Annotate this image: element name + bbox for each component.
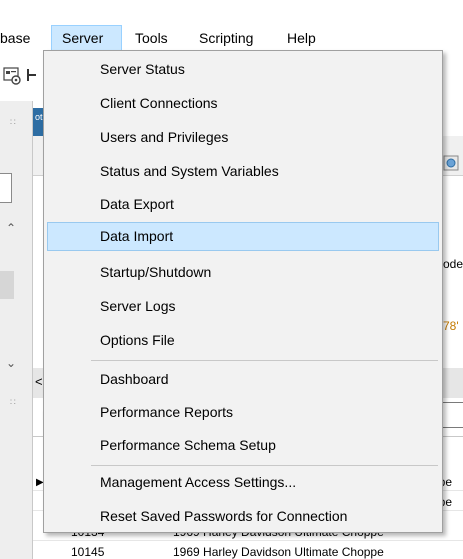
menu-tools[interactable]: Tools	[135, 25, 168, 51]
schema-inspector-icon[interactable]	[2, 65, 22, 85]
menu-item-reset-saved-passwords[interactable]: Reset Saved Passwords for Connection	[47, 502, 439, 531]
menu-item-data-export[interactable]: Data Export	[47, 190, 439, 219]
chevron-up-icon[interactable]: ⌃	[6, 221, 16, 235]
menu-item-dashboard[interactable]: Dashboard	[47, 365, 439, 394]
selected-tree-item[interactable]	[0, 271, 14, 299]
menu-item-status-and-system-variables[interactable]: Status and System Variables	[47, 157, 439, 186]
menubar: base Server Tools Scripting Help	[0, 25, 463, 51]
panel-grip-icon[interactable]: ∷	[10, 117, 17, 128]
chevron-left-icon[interactable]: <	[35, 374, 43, 389]
menu-item-management-access-settings[interactable]: Management Access Settings...	[47, 468, 439, 497]
obscured-text-1: ode	[443, 257, 463, 271]
navigator-panel: ∷ ⌃ ⌄ ∷	[0, 101, 33, 559]
obscured-text-2: 78'	[443, 319, 459, 333]
editor-toolbar-icon[interactable]	[443, 155, 459, 171]
chevron-down-icon[interactable]: ⌄	[6, 356, 16, 370]
menu-help[interactable]: Help	[287, 25, 316, 51]
menu-database[interactable]: base	[0, 25, 30, 51]
menu-separator	[91, 465, 438, 466]
menu-item-performance-schema-setup[interactable]: Performance Schema Setup	[47, 431, 439, 460]
partial-toolbar-icon[interactable]	[24, 65, 38, 85]
menu-item-data-import[interactable]: Data Import	[47, 222, 439, 251]
menu-item-startup-shutdown[interactable]: Startup/Shutdown	[47, 258, 439, 287]
menu-item-users-and-privileges[interactable]: Users and Privileges	[47, 123, 439, 152]
filter-input[interactable]	[0, 173, 12, 203]
menu-item-server-logs[interactable]: Server Logs	[47, 292, 439, 321]
menu-item-options-file[interactable]: Options File	[47, 326, 439, 355]
menu-separator	[91, 360, 438, 361]
menu-item-server-status[interactable]: Server Status	[47, 55, 439, 84]
table-row[interactable]: 10145 1969 Harley Davidson Ultimate Chop…	[33, 543, 463, 559]
result-search-box[interactable]	[440, 402, 463, 428]
menu-item-client-connections[interactable]: Client Connections	[47, 89, 439, 118]
panel-grip-icon-lower[interactable]: ∷	[10, 397, 17, 408]
server-menu: Server Status Client Connections Users a…	[43, 50, 443, 533]
menu-scripting[interactable]: Scripting	[199, 25, 253, 51]
menu-item-performance-reports[interactable]: Performance Reports	[47, 398, 439, 427]
menu-server[interactable]: Server	[51, 25, 122, 51]
